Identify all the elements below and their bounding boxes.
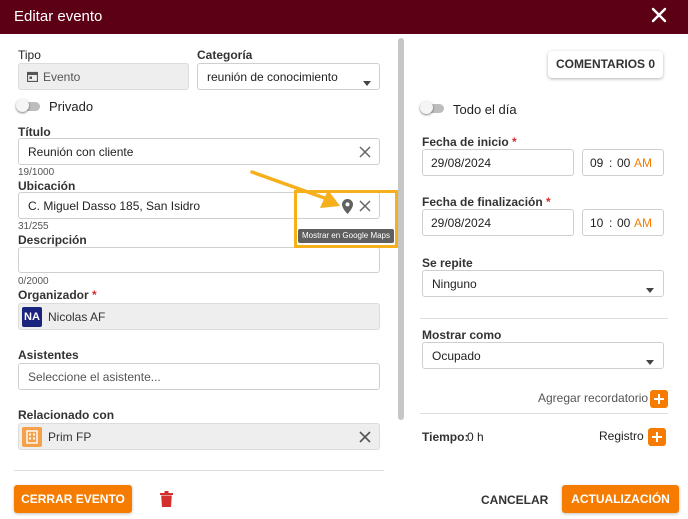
- add-registro-icon[interactable]: [648, 428, 666, 446]
- recordatorio-label[interactable]: Agregar recordatorio: [538, 391, 648, 405]
- categoria-value: reunión de conocimiento: [207, 69, 338, 84]
- cerrar-evento-button[interactable]: CERRAR EVENTO: [14, 485, 132, 513]
- dropdown-arrow-icon: [646, 282, 654, 293]
- tipo-label: Tipo: [18, 48, 41, 62]
- dialog-title: Editar evento: [14, 8, 103, 25]
- titulo-value: Reunión con cliente: [28, 144, 134, 159]
- descripcion-input[interactable]: [18, 247, 380, 273]
- asistentes-input[interactable]: Seleccione el asistente...: [18, 363, 380, 390]
- actualizacion-button[interactable]: ACTUALIZACIÓN: [562, 485, 679, 513]
- mostrar-value: Ocupado: [432, 348, 481, 363]
- comentarios-button[interactable]: COMENTARIOS 0: [548, 51, 663, 78]
- ubicacion-label: Ubicación: [18, 179, 76, 193]
- fin-time-sep: :: [609, 215, 613, 230]
- dialog-titlebar: Editar evento: [0, 0, 688, 34]
- maps-tooltip: Mostrar en Google Maps: [298, 229, 394, 243]
- clear-titulo-icon[interactable]: [359, 146, 371, 158]
- inicio-ampm[interactable]: AM: [634, 156, 652, 170]
- clear-relacionado-icon[interactable]: [359, 431, 371, 443]
- fin-ampm[interactable]: AM: [634, 216, 652, 230]
- inicio-time-sep: :: [609, 155, 613, 170]
- trash-icon[interactable]: [160, 491, 173, 507]
- organizador-field: NA Nicolas AF: [18, 303, 380, 330]
- fin-minute[interactable]: 00: [617, 216, 630, 230]
- categoria-label: Categoría: [197, 48, 253, 62]
- organizador-label: Organizador *: [18, 288, 97, 302]
- ubicacion-value: C. Miguel Dasso 185, San Isidro: [28, 198, 201, 213]
- privado-label: Privado: [49, 99, 94, 114]
- fin-hour[interactable]: 10: [590, 216, 603, 230]
- add-recordatorio-icon[interactable]: [650, 390, 668, 408]
- close-icon[interactable]: [650, 6, 668, 24]
- fin-date-value: 29/08/2024: [431, 215, 492, 230]
- titulo-counter: 19/1000: [18, 167, 55, 178]
- fin-label: Fecha de finalización *: [422, 195, 551, 209]
- organizador-avatar: NA: [22, 307, 42, 327]
- inicio-minute[interactable]: 00: [617, 156, 630, 170]
- dropdown-arrow-icon: [363, 75, 371, 86]
- relacionado-label: Relacionado con: [18, 408, 115, 422]
- privado-toggle[interactable]: [16, 99, 40, 112]
- fin-date-input[interactable]: 29/08/2024: [422, 209, 574, 236]
- fin-time-input[interactable]: 10 : 00 AM: [582, 209, 664, 236]
- asistentes-placeholder: Seleccione el asistente...: [28, 369, 161, 384]
- mostrar-select[interactable]: Ocupado: [422, 342, 664, 369]
- inicio-date-input[interactable]: 29/08/2024: [422, 149, 574, 176]
- left-bottom-divider: [14, 470, 384, 471]
- repite-label: Se repite: [422, 256, 473, 270]
- descripcion-counter: 0/2000: [18, 276, 49, 287]
- titulo-input[interactable]: Reunión con cliente: [18, 138, 380, 165]
- dropdown-arrow-icon: [646, 354, 654, 365]
- tiempo-value: 0 h: [467, 430, 484, 444]
- right-divider-1: [420, 318, 668, 319]
- mostrar-label: Mostrar como: [422, 328, 502, 342]
- descripcion-label: Descripción: [18, 233, 87, 247]
- relacionado-value: Prim FP: [48, 429, 92, 444]
- tipo-value: Evento: [43, 69, 81, 84]
- repite-value: Ninguno: [432, 276, 477, 291]
- repite-select[interactable]: Ninguno: [422, 270, 664, 297]
- tipo-field: Evento: [18, 63, 189, 90]
- right-divider-2: [420, 413, 668, 414]
- asistentes-label: Asistentes: [18, 348, 79, 362]
- titulo-label: Título: [18, 125, 51, 139]
- scrollbar-thumb[interactable]: [398, 38, 404, 420]
- tiempo-label: Tiempo:: [422, 430, 469, 444]
- ubicacion-counter: 31/255: [18, 221, 49, 232]
- categoria-select[interactable]: reunión de conocimiento: [197, 63, 380, 90]
- cancelar-button[interactable]: CANCELAR: [481, 493, 548, 507]
- todo-dia-label: Todo el día: [453, 102, 517, 117]
- todo-dia-toggle[interactable]: [420, 101, 444, 114]
- inicio-date-value: 29/08/2024: [431, 155, 492, 170]
- inicio-time-input[interactable]: 09 : 00 AM: [582, 149, 664, 176]
- company-icon: [22, 427, 42, 447]
- calendar-icon: [26, 71, 39, 83]
- inicio-label: Fecha de inicio *: [422, 135, 517, 149]
- relacionado-field: Prim FP: [18, 423, 380, 450]
- inicio-hour[interactable]: 09: [590, 156, 603, 170]
- registro-label[interactable]: Registro: [599, 429, 644, 443]
- organizador-value: Nicolas AF: [48, 309, 106, 324]
